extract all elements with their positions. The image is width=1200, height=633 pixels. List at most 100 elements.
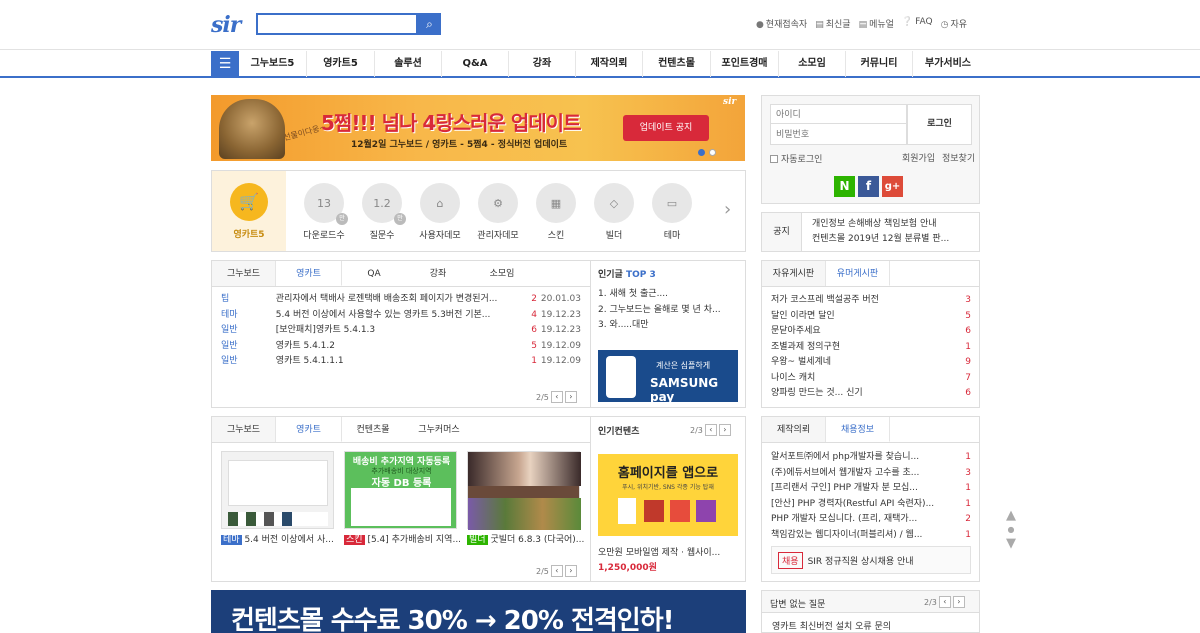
tab-youngcart[interactable]: 영카트 [276,261,342,286]
prev-button[interactable]: ‹ [704,424,717,436]
tab-lecture[interactable]: 강좌 [406,261,470,286]
nav-item[interactable]: 솔루션 [375,51,442,77]
list-item[interactable]: [프리랜서 구인] PHP 개발자 분 모십... 1 [771,481,971,497]
next-button[interactable]: › [718,424,731,436]
list-item[interactable]: 양파링 만드는 것... 신기 6 [771,386,971,402]
list-item[interactable]: 일반 영카트 5.4.1.1.1 1 19.12.09 [221,354,581,370]
notice-item[interactable]: 개인정보 손해배상 책임보험 안내 [812,217,949,232]
list-item[interactable]: [안산] PHP 경력자(Restful API 숙련자)... 1 [771,497,971,513]
login-button[interactable]: 로그인 [907,104,972,145]
nav-item[interactable]: 제작의뢰 [576,51,643,77]
tab-qa[interactable]: QA [342,261,406,286]
list-item[interactable]: 팁 관리자에서 택배사 로젠택배 배송조회 페이지가 변경된거... 2 20.01.… [221,292,581,308]
builder-link[interactable]: ◇ 빌더 [594,183,634,241]
hamburger-menu-button[interactable]: ☰ [211,51,239,77]
banner-dot-2[interactable] [709,149,716,156]
user-demo-link[interactable]: ⌂ 사용자데모 [419,183,461,241]
theme-link[interactable]: ▭ 테마 [652,183,692,241]
list-item[interactable]: 일반 영카트 5.4.1.2 5 19.12.09 [221,339,581,355]
nav-item[interactable]: 커뮤니티 [846,51,913,77]
top-link-free[interactable]: ◷ 자유 [941,17,967,30]
nav-item[interactable]: 그누보드5 [239,51,307,77]
top-link-faq[interactable]: ❔ FAQ [902,17,933,30]
tab-free-board[interactable]: 자유게시판 [762,261,826,286]
list-item[interactable]: 2. 그누보드는 올해로 몇 년 차... [598,303,738,319]
username-field[interactable] [770,104,907,124]
tab-gnuboard[interactable]: 그누보드 [212,417,276,442]
next-button[interactable]: › [564,565,577,577]
chevron-right-icon[interactable]: › [724,199,731,220]
list-item[interactable]: 달인 이라면 달인 5 [771,309,971,325]
nav-item[interactable]: 소모임 [779,51,846,77]
tab-group[interactable]: 소모임 [470,261,534,286]
auto-login-checkbox[interactable] [770,154,778,163]
banner-dot-1[interactable] [698,149,705,156]
prev-button[interactable]: ‹ [938,596,951,608]
list-item[interactable]: 일반 [보안패치]영카트 5.4.1.3 6 19.12.23 [221,323,581,339]
list-item[interactable]: PHP 개발자 모십니다. (프리, 재택가... 2 [771,512,971,528]
scroll-down-icon[interactable]: ▼ [1004,537,1018,551]
google-login-icon[interactable]: g+ [882,176,903,197]
list-item[interactable]: 알서포트㈜에서 php개발자를 찾습니... 1 [771,450,971,466]
find-info-link[interactable]: 정보찾기 [942,151,975,164]
gallery-thumb-3[interactable] [467,451,581,530]
nav-item[interactable]: 포인트경매 [711,51,779,77]
list-item[interactable]: 3. 와.....대만 [598,318,738,334]
auto-login[interactable]: 자동로그인 [770,152,822,165]
naver-login-icon[interactable]: N [834,176,855,197]
nav-item[interactable]: 강좌 [509,51,576,77]
gallery-caption-3[interactable]: 빌더 굿빌더 6.8.3 (다국어)... [467,533,585,549]
list-item[interactable]: 문닫아주세요 6 [771,324,971,340]
list-item[interactable]: 책임감있는 웹디자이너(퍼블리셔) / 웹... 1 [771,528,971,544]
list-item[interactable]: (주)에듀서브에서 웹개발자 고수를 초... 3 [771,466,971,482]
tab-recruit[interactable]: 채용정보 [826,417,890,442]
top-link-online[interactable]: ● 현재접속자 [756,17,807,30]
tab-contentsmall[interactable]: 컨텐츠몰 [342,417,404,442]
nav-item[interactable]: 컨텐츠몰 [643,51,711,77]
main-product[interactable]: 🛒 영카트5 [212,171,286,251]
facebook-login-icon[interactable]: f [858,176,879,197]
list-item[interactable]: 영카트 최신버전 설치 오류 문의 [772,619,891,632]
next-button[interactable]: › [564,391,577,403]
nav-item[interactable]: Q&A [442,51,509,77]
gallery-caption-2[interactable]: 스킨 [5.4] 추가배송비 지역... [344,533,467,549]
top-link-manual[interactable]: ▤ 메뉴얼 [859,17,894,30]
admin-demo-link[interactable]: ⚙ 관리자데모 [477,183,519,241]
list-item[interactable]: 나이스 캐치 7 [771,371,971,387]
nav-item[interactable]: 영카트5 [307,51,375,77]
list-item[interactable]: 조별과제 정의구현 1 [771,340,971,356]
gallery-thumb-1[interactable] [221,451,334,529]
contentsmall-banner[interactable]: 컨텐츠몰 수수료 30% → 20% 전격인하! [211,590,746,633]
stat-downloads[interactable]: 13 만 다운로드수 [303,183,348,241]
update-notice-button[interactable]: 업데이트 공지 [623,115,709,141]
prev-button[interactable]: ‹ [550,391,563,403]
samsung-pay-ad[interactable]: 계산은 심플하게 SAMSUNG pay [598,350,738,404]
tab-gnuboard[interactable]: 그누보드 [212,261,276,286]
site-logo[interactable]: sir [211,12,241,38]
skin-link[interactable]: ▦ 스킨 [536,183,576,241]
contents-caption[interactable]: 오만원 모바일앱 제작 · 웹사이... [598,545,740,558]
list-item[interactable]: 테마 5.4 버전 이상에서 사용할수 있는 영카트 5.3버전 기본... 4 19… [221,308,581,324]
list-item[interactable]: 1. 새해 첫 출근.... [598,287,738,303]
top-link-latest[interactable]: ▤ 최신글 [815,17,850,30]
nav-item[interactable]: 부가서비스 [913,51,983,77]
list-item[interactable]: 저가 코스프레 백설공주 버전 3 [771,293,971,309]
tab-request[interactable]: 제작의뢰 [762,417,826,442]
notice-item[interactable]: 컨텐츠몰 2019년 12월 분류별 판... [812,232,949,247]
password-field[interactable] [770,124,907,145]
scroll-up-icon[interactable]: ▲ [1004,509,1018,523]
recruit-notice[interactable]: 채용 SIR 정규직원 상시채용 안내 [771,546,971,574]
contents-ad[interactable]: 홈페이지를 앱으로 푸시, 위치기반, SNS 각종 기능 탑재 [598,454,738,536]
gallery-caption-1[interactable]: 테마 5.4 버전 이상에서 사... [221,533,344,549]
list-item[interactable]: 우왕~ 벌세계네 9 [771,355,971,371]
next-button[interactable]: › [952,596,965,608]
join-link[interactable]: 회원가입 [902,151,935,164]
stat-questions[interactable]: 1.2 만 질문수 [362,183,406,241]
tab-humor-board[interactable]: 유머게시판 [826,261,890,286]
tab-youngcart[interactable]: 영카트 [276,417,342,442]
gallery-thumb-2[interactable]: 배송비 추가지역 자동등록 추가배송비 대상지역 자동 DB 등록 [344,451,457,529]
search-button[interactable]: ⌕ [418,13,441,35]
update-banner[interactable]: 선물이다옹~ 5쩜!!! 넘나 4랑스러운 업데이트 12월2일 그누보드 / … [211,95,745,161]
tab-gnucommerce[interactable]: 그누커머스 [404,417,474,442]
search-input[interactable] [256,13,418,35]
